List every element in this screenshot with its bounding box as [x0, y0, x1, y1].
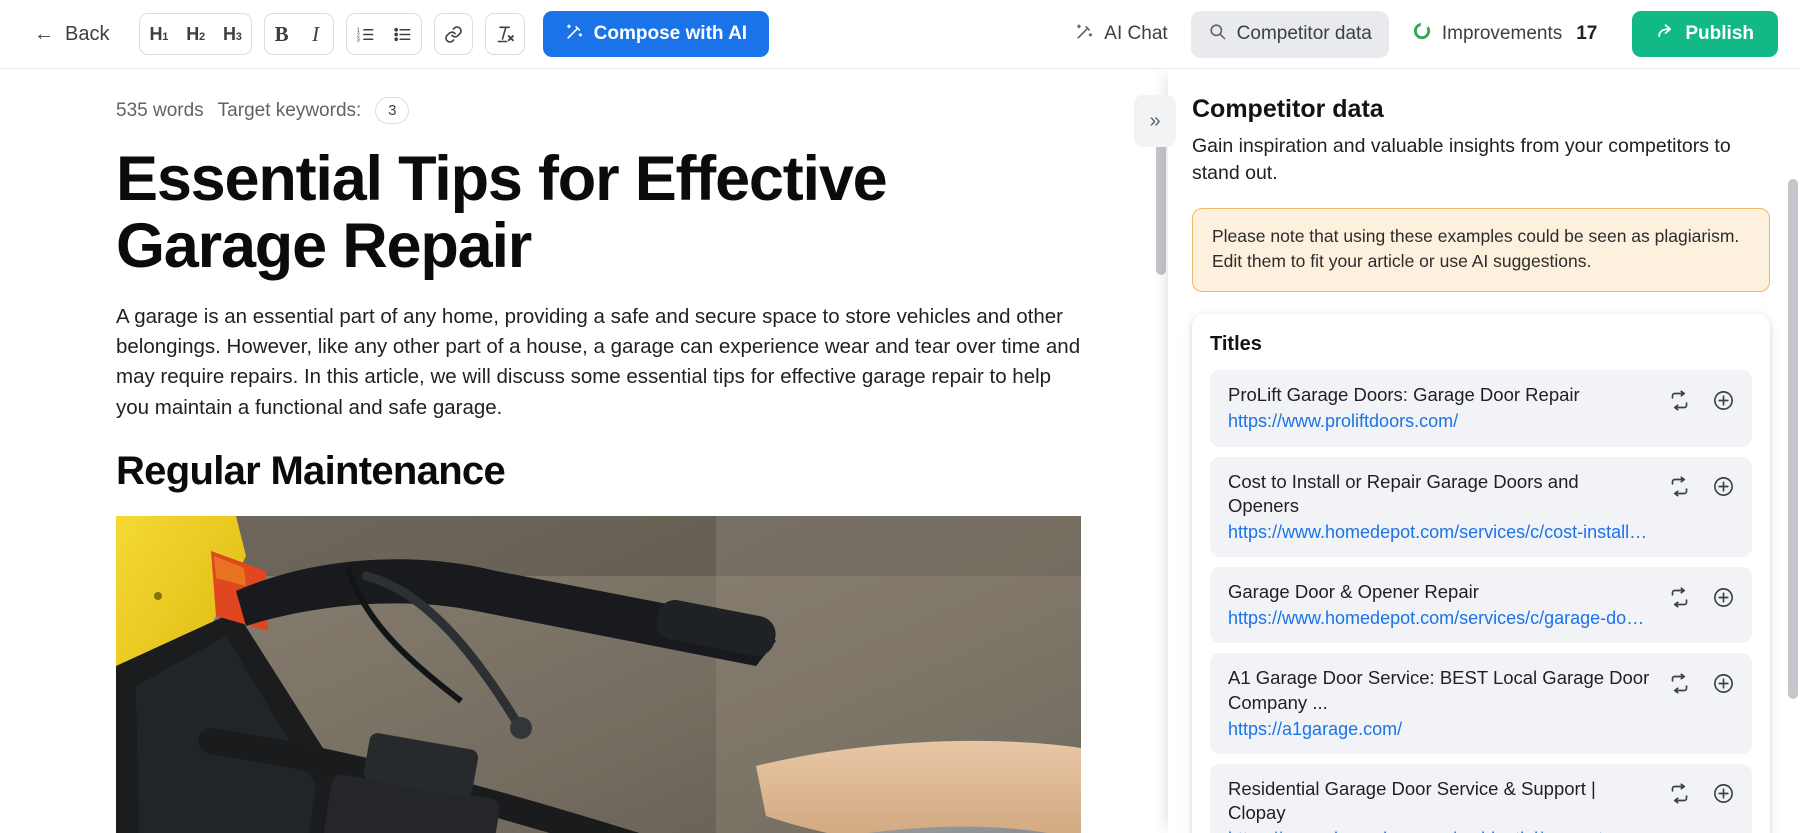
editor-column: 535 words Target keywords: 3 Essential T…: [0, 69, 1168, 833]
competitor-data-panel: Competitor data Gain inspiration and val…: [1168, 69, 1800, 833]
list-item-text: Cost to Install or Repair Garage Doors a…: [1228, 470, 1666, 544]
list-item-actions: [1666, 666, 1736, 696]
list-item-url[interactable]: https://www.proliftdoors.com/: [1228, 410, 1654, 433]
replace-icon[interactable]: [1666, 670, 1692, 696]
ai-chat-label: AI Chat: [1104, 23, 1168, 44]
arrow-left-icon: ←: [34, 23, 54, 45]
article-paragraph: A garage is an essential part of any hom…: [116, 304, 1081, 419]
panel-title: Competitor data: [1192, 95, 1384, 123]
ordered-list-icon: 1 2 3: [356, 25, 375, 44]
list-item-title: ProLift Garage Doors: Garage Door Repair: [1228, 384, 1580, 406]
list-item[interactable]: A1 Garage Door Service: BEST Local Garag…: [1210, 653, 1752, 754]
toolbar-right-actions: AI Chat Competitor data Improvements 17: [1058, 10, 1778, 58]
bold-button[interactable]: B: [265, 14, 299, 54]
chevron-double-right-icon: »: [1149, 109, 1161, 132]
clear-formatting-button[interactable]: [486, 14, 524, 54]
magic-wand-icon: [1075, 22, 1094, 47]
motorcycle-repair-photo: [116, 515, 1081, 833]
improvements-label: Improvements: [1441, 23, 1563, 44]
link-button[interactable]: [435, 14, 472, 54]
replace-icon[interactable]: [1666, 387, 1692, 413]
top-toolbar: ← Back H1 H2 H3 B I 1 2 3 Compose with A…: [0, 0, 1800, 69]
list-item-actions: [1666, 580, 1736, 610]
link-format-group: [433, 13, 473, 55]
collapse-panel-button[interactable]: »: [1134, 95, 1176, 147]
clear-formatting-icon: [495, 24, 515, 44]
panel-subtitle: Gain inspiration and valuable insights f…: [1192, 135, 1731, 184]
competitor-data-button[interactable]: Competitor data: [1190, 10, 1389, 58]
improvements-button[interactable]: Improvements 17: [1395, 10, 1615, 58]
list-format-group: 1 2 3: [345, 13, 422, 55]
list-item-text: ProLift Garage Doors: Garage Door Repair…: [1228, 383, 1666, 433]
editor-content[interactable]: 535 words Target keywords: 3 Essential T…: [0, 69, 1168, 833]
list-item-url[interactable]: https://www.homedepot.com/services/c/cos…: [1228, 521, 1654, 544]
plus-circle-icon[interactable]: [1710, 474, 1736, 500]
plus-circle-icon[interactable]: [1710, 670, 1736, 696]
list-item-url[interactable]: https://www.homedepot.com/services/c/gar…: [1228, 607, 1654, 630]
plagiarism-notice: Please note that using these examples co…: [1192, 208, 1770, 293]
list-item-title: A1 Garage Door Service: BEST Local Garag…: [1228, 667, 1650, 713]
improvements-count: 17: [1576, 23, 1598, 44]
article-heading-regular-maintenance: Regular Maintenance: [116, 448, 506, 493]
list-item[interactable]: Residential Garage Door Service & Suppor…: [1210, 763, 1752, 833]
progress-ring-icon: [1412, 21, 1432, 47]
h3-button[interactable]: H3: [214, 14, 251, 54]
list-item-actions: [1666, 470, 1736, 500]
search-icon: [1208, 22, 1227, 47]
ordered-list-button[interactable]: 1 2 3: [347, 14, 384, 54]
list-item-actions: [1666, 777, 1736, 807]
list-item-text: Residential Garage Door Service & Suppor…: [1228, 777, 1666, 833]
list-item[interactable]: ProLift Garage Doors: Garage Door Repair…: [1210, 370, 1752, 447]
magic-wand-icon: [565, 22, 584, 47]
compose-with-ai-button[interactable]: Compose with AI: [542, 11, 770, 57]
panel-scrollbar-thumb[interactable]: [1788, 179, 1798, 699]
list-item-actions: [1666, 383, 1736, 413]
list-item-text: A1 Garage Door Service: BEST Local Garag…: [1228, 666, 1666, 740]
h2-button[interactable]: H2: [177, 14, 214, 54]
list-item[interactable]: Garage Door & Opener Repair https://www.…: [1210, 567, 1752, 644]
target-keywords-badge[interactable]: 3: [375, 97, 410, 124]
list-item-title: Residential Garage Door Service & Suppor…: [1228, 777, 1596, 823]
bulleted-list-button[interactable]: [384, 14, 421, 54]
titles-card-heading: Titles: [1210, 333, 1262, 356]
svg-text:3: 3: [356, 37, 359, 43]
italic-button[interactable]: I: [299, 14, 333, 54]
replace-icon[interactable]: [1666, 781, 1692, 807]
emphasis-format-group: B I: [263, 13, 334, 55]
replace-icon[interactable]: [1666, 474, 1692, 500]
list-item-url[interactable]: https://a1garage.com/: [1228, 718, 1654, 741]
workspace: 535 words Target keywords: 3 Essential T…: [0, 69, 1800, 833]
heading-format-group: H1 H2 H3: [139, 13, 252, 55]
compose-with-ai-label: Compose with AI: [593, 23, 748, 44]
editor-meta-row: 535 words Target keywords: 3: [116, 97, 1168, 124]
replace-icon[interactable]: [1666, 584, 1692, 610]
bulleted-list-icon: [393, 25, 412, 44]
competitor-data-label: Competitor data: [1236, 23, 1372, 44]
back-button[interactable]: ← Back: [26, 17, 117, 52]
list-item-title: Cost to Install or Repair Garage Doors a…: [1228, 470, 1579, 516]
publish-button[interactable]: Publish: [1632, 11, 1778, 57]
plus-circle-icon[interactable]: [1710, 584, 1736, 610]
page-title: Essential Tips for Effective Garage Repa…: [116, 144, 888, 281]
list-item-url[interactable]: https://www.clopaydoor.com/residential/s…: [1228, 828, 1654, 833]
plus-circle-icon[interactable]: [1710, 387, 1736, 413]
article-image: [116, 515, 1081, 833]
back-button-label: Back: [65, 22, 110, 45]
publish-label: Publish: [1685, 23, 1754, 44]
ai-chat-button[interactable]: AI Chat: [1058, 11, 1184, 58]
plus-circle-icon[interactable]: [1710, 781, 1736, 807]
word-count: 535 words: [116, 99, 204, 121]
h1-button[interactable]: H1: [140, 14, 177, 54]
link-icon: [444, 25, 463, 44]
titles-card: Titles ProLift Garage Doors: Garage Door…: [1192, 314, 1770, 833]
editor-scrollbar-thumb[interactable]: [1156, 125, 1166, 275]
share-arrow-icon: [1656, 22, 1675, 47]
list-item[interactable]: Cost to Install or Repair Garage Doors a…: [1210, 456, 1752, 558]
clear-format-group: [484, 13, 525, 55]
list-item-title: Garage Door & Opener Repair: [1228, 581, 1479, 603]
list-item-text: Garage Door & Opener Repair https://www.…: [1228, 580, 1666, 630]
target-keywords-label: Target keywords:: [217, 99, 362, 121]
